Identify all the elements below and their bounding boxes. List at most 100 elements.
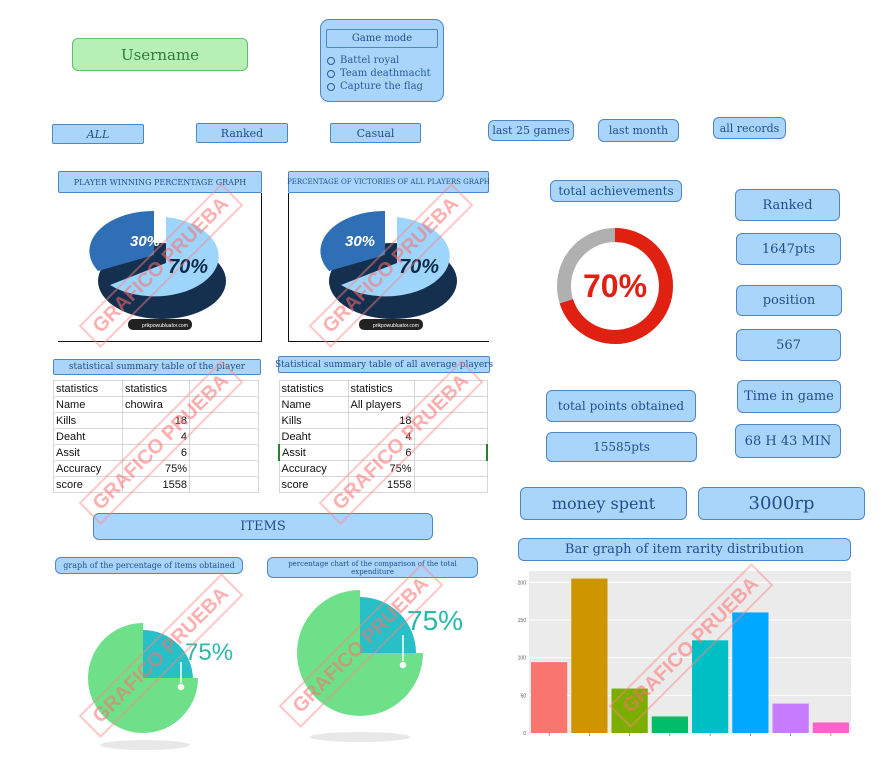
table-cell [189, 396, 259, 413]
all-graph-title: PERCENTAGE OF VICTORIES OF ALL PLAYERS G… [287, 171, 490, 193]
items-chart1-title: graph of the percentage of items obtaine… [55, 557, 243, 574]
pie-label-small: 30% [345, 233, 375, 250]
achievements-donut: 70% [557, 228, 673, 344]
money-spent-value: 3000rp [698, 487, 865, 520]
table-cell [413, 476, 488, 493]
table-cell [189, 380, 259, 397]
pie-label-small: 30% [130, 233, 160, 250]
y-tick-label: 100 [518, 656, 527, 662]
table-cell [189, 460, 259, 477]
pie-label-large: 70% [168, 256, 208, 278]
bar-6 [732, 612, 769, 733]
items-pie-chart-1: 75% [88, 623, 233, 750]
table-row: Name chowira [53, 396, 259, 413]
radio-circle-icon [327, 82, 335, 91]
table-cell: Name [278, 396, 349, 413]
table-cell [189, 444, 259, 461]
username-field[interactable]: Username [72, 38, 248, 71]
player-pie-frame: 30% 70% prikpowubluator.com [58, 193, 262, 342]
total-points-value: 15585pts [546, 432, 697, 462]
table-cell: Deaht [53, 428, 123, 445]
table-header-cell: statistics [347, 380, 415, 397]
filter-last-month[interactable]: last month [598, 119, 679, 142]
table-row: Kills 18 [278, 412, 488, 429]
radio-team-deathmatch[interactable]: Team deathmacht [327, 67, 431, 80]
filter-ranked[interactable]: Ranked [196, 123, 288, 143]
radio-circle-icon [327, 56, 335, 65]
table-row: Assit 6 [278, 444, 488, 461]
table-row: Name All players [278, 396, 488, 413]
table-row: score 1558 [278, 476, 488, 493]
table-cell: Name [53, 396, 123, 413]
table-cell: 75% [347, 460, 415, 477]
items-title: ITEMS [93, 513, 433, 540]
table-row: Accuracy 75% [53, 460, 259, 477]
bar-1 [531, 662, 568, 733]
table-cell: 6 [122, 444, 190, 461]
table-row: Accuracy 75% [278, 460, 488, 477]
ranked-label: Ranked [735, 189, 840, 221]
table-cell [413, 428, 488, 445]
pie-label-large: 70% [399, 256, 439, 278]
table-cell [413, 444, 488, 461]
bar-4 [651, 716, 688, 733]
game-mode-panel: Game mode Battel royal Team deathmacht C… [320, 19, 444, 102]
y-tick-label: 50 [520, 693, 526, 699]
bar-7 [772, 703, 809, 733]
table-cell: score [53, 476, 123, 493]
pie-shadow [100, 740, 190, 750]
y-tick-label: 200 [518, 580, 527, 586]
items-pie-chart-2: 75% [297, 590, 463, 742]
table-cell [413, 412, 488, 429]
all-stats-table: statistics statistics Name All players Kil… [278, 380, 488, 493]
filter-all-records[interactable]: all records [713, 117, 786, 139]
table-header-cell: statistics [122, 380, 190, 397]
all-table-title: Statistical summary table of all average… [275, 356, 493, 373]
total-points-label: total points obtained [546, 390, 696, 422]
table-row: Assit 6 [53, 444, 259, 461]
table-cell: score [278, 476, 349, 493]
bar-2 [571, 578, 608, 733]
table-cell: Kills [53, 412, 123, 429]
table-header-row: statistics statistics [278, 380, 488, 397]
table-cell-selected[interactable]: Assit [278, 444, 349, 461]
radio-battle-royal[interactable]: Battel royal [327, 54, 431, 67]
radio-capture-the-flag[interactable]: Capture the flag [327, 80, 431, 93]
filter-casual[interactable]: Casual [330, 123, 421, 143]
table-row: Deaht 4 [53, 428, 259, 445]
pie-shadow [310, 732, 410, 742]
table-cell: 75% [122, 460, 190, 477]
table-header-cell: statistics [278, 380, 349, 397]
pie-marker [398, 660, 408, 670]
ranked-points: 1647pts [736, 233, 841, 265]
y-tick-label: 150 [518, 618, 527, 624]
credit-text: prikpowubluator.com [142, 323, 188, 329]
time-in-game-value: 68 H 43 MIN [735, 424, 841, 458]
table-cell: Assit [53, 444, 123, 461]
player-pie-chart: 30% 70% prikpowubluator.com [89, 210, 226, 330]
table-cell: Kills [278, 412, 349, 429]
table-cell: All players [347, 396, 415, 413]
filter-last-25-games[interactable]: last 25 games [488, 120, 574, 141]
all-pie-chart: 30% 70% prikpowubluator.com [320, 210, 457, 330]
bar-8 [812, 722, 849, 733]
table-cell: 1558 [122, 476, 190, 493]
y-tick-label: 0 [523, 731, 526, 737]
position-value: 567 [736, 329, 841, 361]
table-row: Deaht 4 [278, 428, 488, 445]
bar-3 [611, 688, 648, 733]
table-row: Kills 18 [53, 412, 259, 429]
filter-all[interactable]: ALL [52, 124, 144, 144]
table-cell [413, 460, 488, 477]
player-graph-title: PLAYER WINNING PERCENTAGE GRAPH [58, 171, 262, 193]
table-cell: 6 [347, 444, 415, 461]
rarity-bar-chart: 0 50 100 150 200 [518, 571, 851, 737]
table-cell: 4 [122, 428, 190, 445]
pie-value-label: 75% [185, 639, 233, 666]
table-cell: Accuracy [53, 460, 123, 477]
player-stats-table: statistics statistics Name chowira Kills 18… [53, 380, 259, 493]
table-header-row: statistics statistics [53, 380, 259, 397]
table-cell [189, 412, 259, 429]
money-spent-label: money spent [520, 487, 687, 520]
table-row: score 1558 [53, 476, 259, 493]
